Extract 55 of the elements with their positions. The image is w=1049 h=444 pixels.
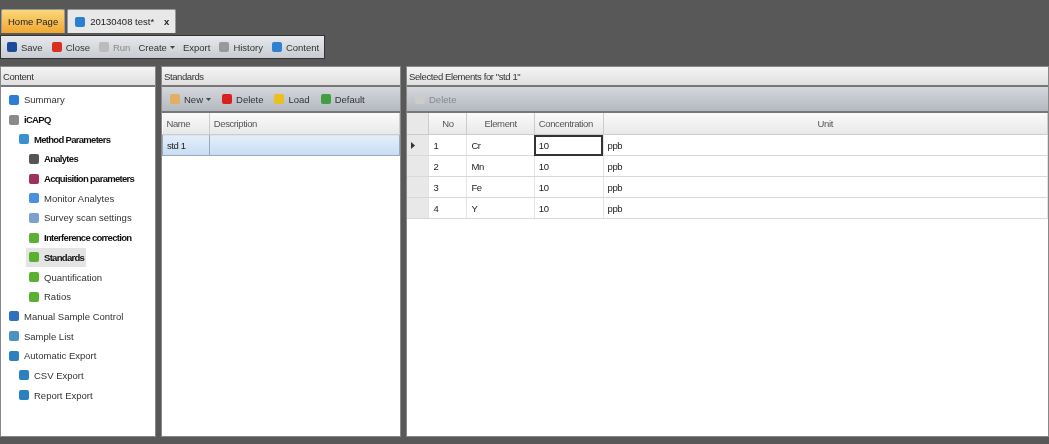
- tree-item[interactable]: Monitor Analytes: [26, 188, 117, 209]
- tree-item[interactable]: Quantification: [26, 267, 105, 287]
- table-cell: 4: [428, 197, 467, 219]
- table-cell: 3: [428, 176, 467, 198]
- tree-item[interactable]: Standards: [26, 247, 87, 268]
- table-cell: Mn: [466, 155, 535, 177]
- toolbar-button[interactable]: Default: [318, 93, 366, 105]
- table-cell: ppb: [603, 176, 1048, 198]
- table-cell[interactable]: 10: [534, 134, 603, 156]
- tree-item[interactable]: Survey scan settings: [26, 208, 134, 228]
- table-cell: Fe: [466, 176, 535, 198]
- panel-title: Content: [3, 70, 34, 82]
- table-cell: ppb: [603, 155, 1048, 177]
- table-cell[interactable]: std 1: [162, 134, 210, 156]
- tree-item[interactable]: Manual Sample Control: [6, 306, 126, 327]
- panel-title: Standards: [164, 70, 204, 82]
- tree-item[interactable]: Report Export: [16, 385, 95, 405]
- column-header[interactable]: Description: [209, 113, 400, 135]
- toolbar-button[interactable]: History: [217, 41, 264, 53]
- toolbar-button[interactable]: Save: [5, 41, 44, 53]
- toolbar-button[interactable]: Delete: [220, 93, 265, 105]
- tree-item[interactable]: Ratios: [26, 286, 73, 307]
- tree-item[interactable]: Sample List: [6, 326, 76, 346]
- panel-title: Selected Elements for "std 1": [409, 70, 521, 82]
- toolbar-button[interactable]: New: [168, 93, 212, 105]
- toolbar-button[interactable]: Export: [181, 41, 212, 53]
- tree-item[interactable]: CSV Export: [16, 365, 86, 386]
- table-cell: ppb: [603, 134, 1048, 156]
- tree-item[interactable]: iCAPQ: [6, 109, 53, 130]
- table-cell[interactable]: 10: [534, 176, 603, 198]
- tree-item[interactable]: Summary: [6, 90, 67, 110]
- table-cell[interactable]: 10: [534, 197, 603, 219]
- column-header[interactable]: No: [428, 113, 467, 135]
- toolbar-button[interactable]: Load: [272, 93, 311, 105]
- table-cell: Y: [466, 197, 535, 219]
- tab[interactable]: 20130408 test* x: [67, 9, 177, 33]
- tab[interactable]: Home Page: [1, 9, 66, 33]
- table-cell: 2: [428, 155, 467, 177]
- column-header[interactable]: Concentration: [534, 113, 603, 135]
- tree-item[interactable]: Acquisition parameters: [26, 168, 137, 189]
- toolbar-button[interactable]: Content: [269, 41, 321, 53]
- toolbar-button[interactable]: Create: [137, 41, 176, 53]
- tree-item[interactable]: Interference correction: [26, 227, 134, 248]
- tree-item[interactable]: Method Parameters: [16, 129, 113, 150]
- table-cell: ppb: [603, 197, 1048, 219]
- tree-item[interactable]: Automatic Export: [6, 345, 99, 366]
- table-cell: 1: [428, 134, 467, 156]
- close-icon[interactable]: x: [164, 16, 170, 27]
- column-header[interactable]: Element: [466, 113, 535, 135]
- column-header[interactable]: Name: [162, 113, 210, 135]
- table-cell[interactable]: 10: [534, 155, 603, 177]
- toolbar-button[interactable]: Close: [49, 41, 91, 53]
- table-cell: Cr: [466, 134, 535, 156]
- column-header[interactable]: Unit: [603, 113, 1048, 135]
- tree-item[interactable]: Analytes: [26, 149, 80, 169]
